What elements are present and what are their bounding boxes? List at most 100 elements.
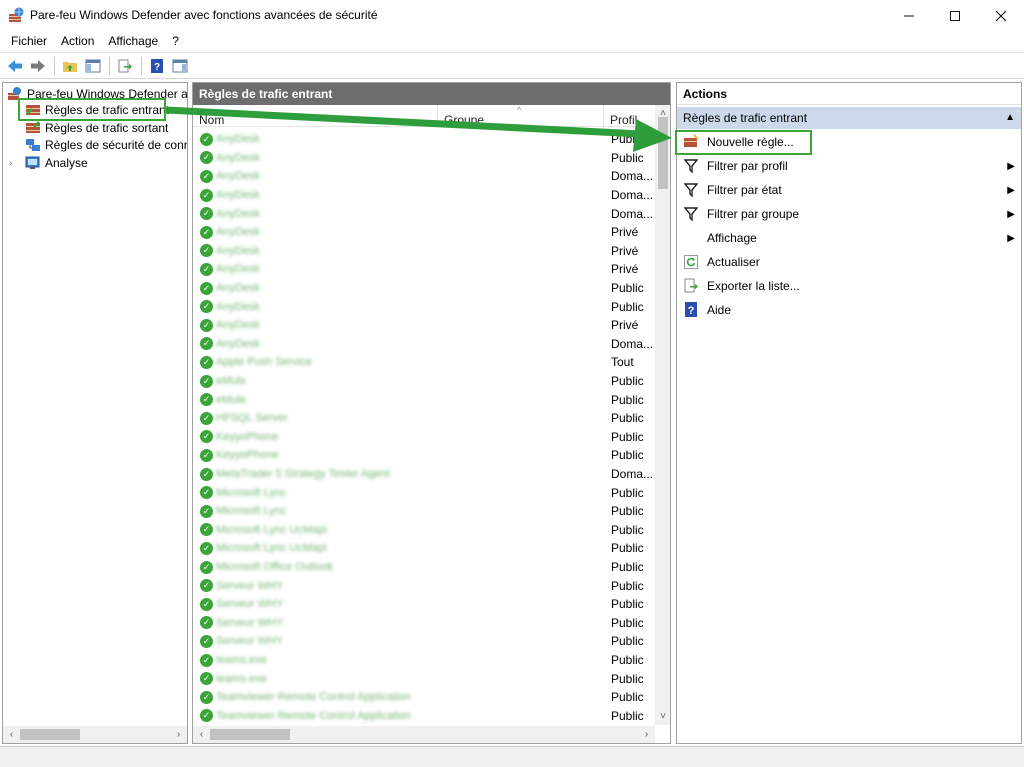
- scroll-thumb[interactable]: [658, 117, 668, 189]
- action-export-list[interactable]: Exporter la liste...: [677, 275, 1021, 297]
- actions-section-header[interactable]: Règles de trafic entrant ▲: [677, 107, 1021, 129]
- scroll-right-icon[interactable]: ›: [170, 726, 187, 743]
- scroll-thumb[interactable]: [20, 729, 80, 740]
- firewall-app-icon: [9, 7, 24, 22]
- rule-row[interactable]: ✓ Microsoft Lync Public: [193, 483, 655, 502]
- action-filter-by-group[interactable]: Filtrer par groupe ▶: [677, 203, 1021, 225]
- rule-row[interactable]: ✓ Serveur WHY Public: [193, 632, 655, 651]
- rule-name: AnyDesk: [216, 207, 261, 220]
- export-list-button[interactable]: [114, 55, 135, 76]
- scroll-right-icon[interactable]: ›: [638, 726, 655, 743]
- rule-row[interactable]: ✓ eMule Public: [193, 390, 655, 409]
- rule-profile: Public: [611, 281, 644, 296]
- rule-enabled-check-icon: ✓: [200, 690, 213, 704]
- rule-enabled-check-icon: ✓: [200, 709, 213, 723]
- action-filter-by-profile[interactable]: Filtrer par profil ▶: [677, 155, 1021, 177]
- rule-row[interactable]: ✓ HFSQL Server Public: [193, 409, 655, 428]
- close-icon: [995, 10, 1007, 21]
- scroll-left-icon[interactable]: ‹: [3, 726, 20, 743]
- action-label: Filtrer par groupe: [707, 207, 800, 221]
- rule-name: teams.exe: [216, 672, 267, 685]
- tree-horizontal-scrollbar[interactable]: ‹ ›: [3, 726, 187, 743]
- action-filter-by-state[interactable]: Filtrer par état ▶: [677, 179, 1021, 201]
- submenu-arrow-icon: ▶: [1007, 208, 1015, 220]
- rule-row[interactable]: ✓ Microsoft Lync Public: [193, 502, 655, 521]
- column-header-profile[interactable]: Profil: [604, 105, 655, 127]
- rule-row[interactable]: ✓ AnyDesk Doma...: [193, 335, 655, 354]
- actions-pane: Actions Règles de trafic entrant ▲ Nouve…: [676, 82, 1022, 744]
- action-view[interactable]: Affichage ▶: [677, 227, 1021, 249]
- rule-row[interactable]: ✓ Serveur WHY Public: [193, 576, 655, 595]
- maximize-button[interactable]: [932, 0, 978, 31]
- action-refresh[interactable]: Actualiser: [677, 251, 1021, 273]
- rule-row[interactable]: ✓ AnyDesk Privé: [193, 242, 655, 261]
- rule-row[interactable]: ✓ AnyDesk Public: [193, 149, 655, 168]
- scroll-thumb[interactable]: [210, 729, 290, 740]
- expand-chevron-icon[interactable]: ›: [9, 158, 21, 169]
- submenu-arrow-icon: ▶: [1007, 232, 1015, 244]
- minimize-button[interactable]: [886, 0, 932, 31]
- tree-item-label: Règles de trafic sortant: [45, 121, 169, 135]
- tree-item-outbound-rules[interactable]: Règles de trafic sortant: [25, 119, 168, 137]
- rule-row[interactable]: ✓ Microsoft Lync UcMapi Public: [193, 539, 655, 558]
- maximize-icon: [950, 10, 960, 21]
- menu-fichier[interactable]: Fichier: [4, 31, 54, 51]
- rule-row[interactable]: ✓ teams.exe Public: [193, 651, 655, 670]
- rule-row[interactable]: ✓ Teamviewer Remote Control Application Pu…: [193, 707, 655, 726]
- rule-profile: Public: [611, 541, 644, 556]
- menu-action[interactable]: Action: [54, 31, 101, 51]
- collapse-triangle-icon[interactable]: ▲: [1005, 107, 1015, 129]
- rule-row[interactable]: ✓ AnyDesk Public: [193, 130, 655, 149]
- rule-row[interactable]: ✓ Microsoft Office Outlook Public: [193, 558, 655, 577]
- rules-pane-title: Règles de trafic entrant: [193, 83, 670, 105]
- rule-enabled-check-icon: ✓: [200, 300, 213, 314]
- tree-item-inbound-rules[interactable]: Règles de trafic entrant: [25, 101, 169, 119]
- back-button[interactable]: [4, 55, 25, 76]
- rule-row[interactable]: ✓ AnyDesk Doma...: [193, 167, 655, 186]
- tree-item-monitoring[interactable]: › Analyse: [9, 154, 88, 172]
- rule-profile: Public: [611, 653, 644, 668]
- up-folder-button[interactable]: [59, 55, 80, 76]
- rule-enabled-check-icon: ✓: [200, 281, 213, 295]
- window-title: Pare-feu Windows Defender avec fonctions…: [30, 8, 378, 22]
- rule-row[interactable]: ✓ AnyDesk Doma...: [193, 186, 655, 205]
- rule-row[interactable]: ✓ AnyDesk Public: [193, 279, 655, 298]
- rule-row[interactable]: ✓ Serveur WHY Public: [193, 595, 655, 614]
- rules-vertical-scrollbar[interactable]: ˄ ˅: [655, 105, 670, 725]
- scroll-down-icon[interactable]: ˅: [655, 708, 670, 725]
- show-hide-action-pane-button[interactable]: [169, 55, 190, 76]
- forward-button[interactable]: [27, 55, 48, 76]
- connection-security-icon: [26, 139, 40, 151]
- rule-row[interactable]: ✓ teams.exe Public: [193, 669, 655, 688]
- actions-pane-title: Actions: [677, 83, 1021, 105]
- show-hide-tree-button[interactable]: [82, 55, 103, 76]
- help-button[interactable]: ?: [146, 55, 167, 76]
- column-header-name[interactable]: Nom: [193, 105, 438, 127]
- rule-row[interactable]: ✓ MetaTrader 5 Strategy Tester Agent Doma.…: [193, 465, 655, 484]
- rule-row[interactable]: ✓ AnyDesk Privé: [193, 316, 655, 335]
- rule-row[interactable]: ✓ AnyDesk Doma...: [193, 204, 655, 223]
- rule-enabled-check-icon: ✓: [200, 244, 213, 258]
- rule-row[interactable]: ✓ AnyDesk Privé: [193, 260, 655, 279]
- rule-row[interactable]: ✓ KeyyoPhone Public: [193, 428, 655, 447]
- rule-row[interactable]: ✓ KeyyoPhone Public: [193, 446, 655, 465]
- rule-row[interactable]: ✓ Serveur WHY Public: [193, 614, 655, 633]
- rule-enabled-check-icon: ✓: [200, 393, 213, 407]
- rule-row[interactable]: ✓ Microsoft Lync UcMapi Public: [193, 521, 655, 540]
- scroll-left-icon[interactable]: ‹: [193, 726, 210, 743]
- rules-horizontal-scrollbar[interactable]: ‹ ›: [193, 726, 655, 743]
- rule-row[interactable]: ✓ eMule Public: [193, 372, 655, 391]
- rule-enabled-check-icon: ✓: [200, 560, 213, 574]
- rule-row[interactable]: ✓ AnyDesk Public: [193, 297, 655, 316]
- rule-row[interactable]: ✓ Apple Push Service Tout: [193, 353, 655, 372]
- rule-row[interactable]: ✓ Teamviewer Remote Control Application Pu…: [193, 688, 655, 707]
- rule-name: Microsoft Lync UcMapi: [216, 542, 327, 555]
- menu-affichage[interactable]: Affichage: [101, 31, 165, 51]
- close-button[interactable]: [978, 0, 1024, 31]
- tree-item-connection-security-rules[interactable]: Règles de sécurité de conne: [25, 136, 188, 154]
- action-new-rule[interactable]: Nouvelle règle...: [677, 131, 1021, 153]
- action-help[interactable]: ? Aide: [677, 299, 1021, 321]
- rule-row[interactable]: ✓ AnyDesk Privé: [193, 223, 655, 242]
- tree-item-label: Règles de sécurité de conne: [45, 138, 188, 152]
- menu-help[interactable]: ?: [165, 31, 186, 51]
